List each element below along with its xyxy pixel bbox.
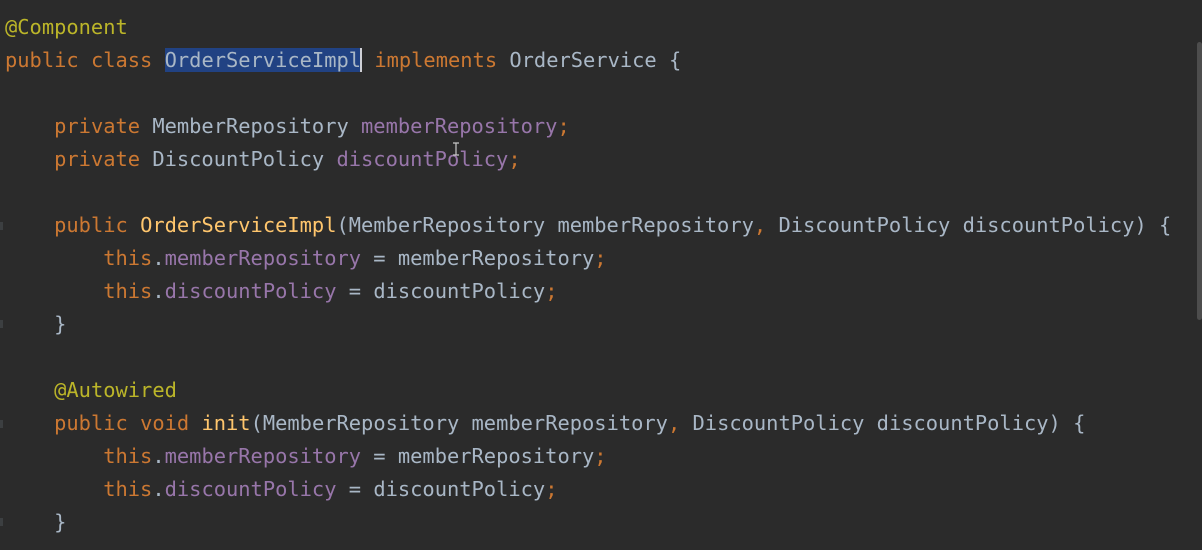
keyword-token: private [54, 147, 141, 171]
method-name-token: OrderServiceImpl [140, 213, 337, 237]
code-token: MemberRepository [140, 114, 362, 138]
code-line[interactable]: @Autowired [5, 374, 1171, 407]
code-line[interactable]: this.discountPolicy = discountPolicy; [5, 473, 1171, 506]
field-token: discountPolicy [164, 477, 337, 501]
fold-marker[interactable] [0, 420, 3, 428]
keyword-token: ; [557, 114, 570, 138]
code-token: (MemberRepository memberRepository [250, 411, 668, 435]
vertical-scrollbar[interactable] [1197, 42, 1202, 320]
keyword-token: ; [594, 246, 607, 270]
keyword-token: , [667, 411, 681, 435]
annotation-token: @Component [5, 15, 128, 39]
keyword-token: public [54, 213, 128, 237]
keyword-token: this [103, 477, 153, 501]
keyword-token: ; [545, 477, 558, 501]
code-token: } [5, 312, 67, 336]
field-token: discountPolicy [164, 279, 337, 303]
keyword-token: ; [508, 147, 521, 171]
keyword-token: public [54, 411, 128, 435]
field-token: memberRepository [164, 444, 362, 468]
code-line[interactable]: } [5, 506, 1171, 539]
code-token: . [152, 477, 165, 501]
code-line[interactable]: this.memberRepository = memberRepository… [5, 242, 1171, 275]
keyword-token: this [103, 444, 153, 468]
text-cursor-icon [453, 142, 459, 156]
code-token: . [152, 246, 165, 270]
code-line[interactable]: public void init(MemberRepository member… [5, 407, 1171, 440]
code-line[interactable]: this.memberRepository = memberRepository… [5, 440, 1171, 473]
code-line[interactable] [5, 77, 1171, 110]
code-editor[interactable]: @Component public class OrderServiceImpl … [0, 0, 1202, 550]
code-line[interactable]: private MemberRepository memberRepositor… [5, 110, 1171, 143]
code-line[interactable] [5, 341, 1171, 374]
code-token: } [5, 510, 67, 534]
keyword-token: class [90, 48, 153, 72]
fold-marker[interactable] [0, 222, 3, 230]
annotation-token: @Autowired [54, 378, 177, 402]
keyword-token: ; [545, 279, 558, 303]
code-token: = discountPolicy [336, 279, 546, 303]
keyword-token: private [54, 114, 141, 138]
code-line[interactable]: private DiscountPolicy discountPolicy; [5, 143, 1171, 176]
code-line[interactable] [5, 176, 1171, 209]
code-token: (MemberRepository memberRepository [336, 213, 754, 237]
keyword-token: this [103, 246, 153, 270]
code-token: = discountPolicy [336, 477, 546, 501]
keyword-token: ; [594, 444, 607, 468]
method-name-token: init [201, 411, 251, 435]
code-token: . [152, 279, 165, 303]
code-token: . [152, 444, 165, 468]
code-token: = memberRepository [361, 246, 595, 270]
code-token: OrderService { [497, 48, 682, 72]
field-token: memberRepository [164, 246, 362, 270]
code-text-area[interactable]: @Component public class OrderServiceImpl … [5, 11, 1171, 539]
keyword-token: public [5, 48, 79, 72]
field-token: memberRepository [361, 114, 558, 138]
keyword-token: this [103, 279, 153, 303]
code-line[interactable]: @Component [5, 11, 1171, 44]
keyword-token: void [140, 411, 190, 435]
keyword-token: implements [374, 48, 498, 72]
keyword-token: , [753, 213, 767, 237]
code-line[interactable]: public class OrderServiceImpl implements… [5, 44, 1171, 77]
code-token: = memberRepository [361, 444, 595, 468]
fold-marker[interactable] [0, 320, 3, 328]
code-token: DiscountPolicy discountPolicy) { [766, 213, 1172, 237]
code-line[interactable]: } [5, 308, 1171, 341]
code-token: DiscountPolicy [140, 147, 337, 171]
code-line[interactable]: public OrderServiceImpl(MemberRepository… [5, 209, 1171, 242]
fold-marker[interactable] [0, 518, 3, 526]
code-token: DiscountPolicy discountPolicy) { [680, 411, 1086, 435]
selected-text: OrderServiceImpl [164, 48, 362, 72]
field-token: discountPolicy [336, 147, 509, 171]
code-line[interactable]: this.discountPolicy = discountPolicy; [5, 275, 1171, 308]
